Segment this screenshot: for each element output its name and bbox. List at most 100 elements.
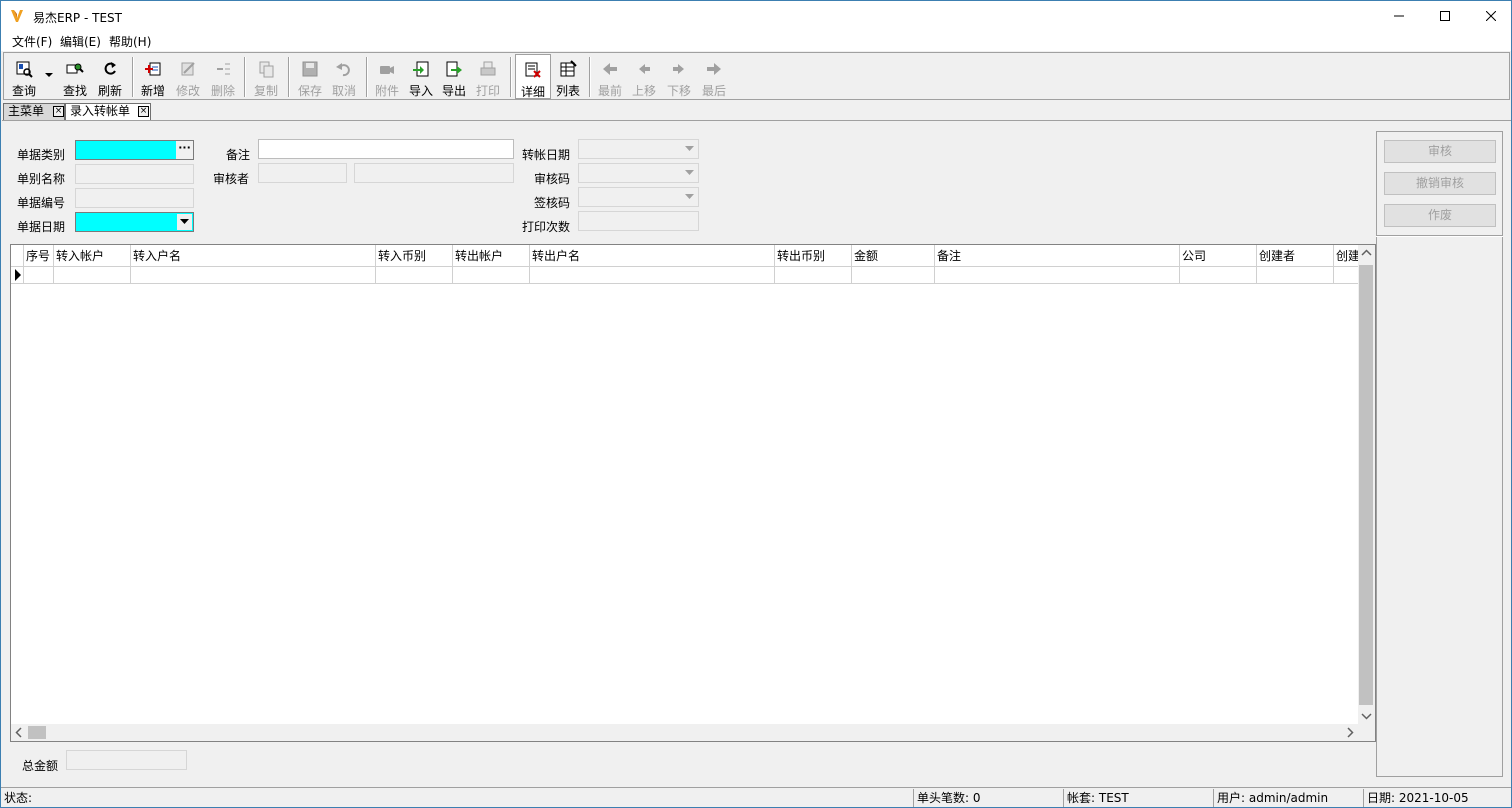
chevron-down-icon [45,73,53,77]
column-header[interactable]: 备注 [935,245,1180,267]
grid-cell[interactable] [24,267,54,284]
grid-cell[interactable] [453,267,530,284]
doc-type-field[interactable]: ··· [75,140,194,160]
delete-button[interactable]: 删除 [207,54,239,99]
refresh-button[interactable]: 刷新 [94,54,126,99]
toolbar-separator [288,57,290,97]
dropdown-button[interactable] [682,141,697,157]
menu-file[interactable]: 文件(F) [12,33,52,50]
grid-cell[interactable] [1257,267,1334,284]
grid-cell[interactable] [852,267,935,284]
right-arrow-icon [673,64,684,74]
doc-name-field[interactable] [75,164,194,184]
scroll-left-icon[interactable] [11,724,28,741]
remark-field[interactable] [258,139,514,159]
window-title: 易杰ERP - TEST [33,11,122,25]
vertical-scrollbar[interactable] [1358,245,1375,724]
grid-cell[interactable] [131,267,376,284]
print-count-field[interactable] [578,211,699,231]
attach-button[interactable]: 附件 [371,54,403,99]
minimize-button[interactable] [1376,1,1422,31]
column-header[interactable]: 转出户名 [530,245,775,267]
last-record-button[interactable]: 最后 [698,54,730,99]
void-button[interactable]: 作废 [1384,204,1496,227]
ellipsis-button[interactable]: ··· [176,141,193,159]
detail-grid[interactable]: 序号 转入帐户 转入户名 转入币别 转出帐户 转出户名 转出币别 金额 备注 公… [10,244,1376,742]
row-indicator[interactable] [11,267,24,284]
tab-label: 主菜单 [8,104,45,118]
grid-cell[interactable] [54,267,131,284]
tab-transfer-entry[interactable]: 录入转帐单 × [65,103,151,120]
dropdown-button[interactable] [177,214,192,230]
maximize-button[interactable] [1422,1,1468,31]
grid-cell[interactable] [935,267,1180,284]
column-header[interactable]: 金额 [852,245,935,267]
reviewer-code-field[interactable] [258,163,347,183]
minimize-icon [1394,15,1404,17]
list-button[interactable]: 列表 [552,54,584,99]
print-count-label: 打印次数 [522,220,571,234]
close-icon[interactable]: × [53,106,64,117]
maximize-icon [1440,11,1450,21]
toolbar-separator [366,57,368,97]
doc-no-field[interactable] [75,188,194,208]
horizontal-scroll-thumb[interactable] [28,726,46,739]
grid-cell[interactable] [1334,267,1358,284]
find-icon [66,63,84,74]
query-dropdown-button[interactable] [42,54,56,99]
find-button[interactable]: 查找 [60,54,90,99]
column-header[interactable]: 转入币别 [376,245,453,267]
first-record-button[interactable]: 最前 [594,54,626,99]
add-button[interactable]: 新增 [138,54,168,99]
grid-cell[interactable] [775,267,852,284]
horizontal-scrollbar[interactable] [11,724,1358,741]
column-header[interactable]: 创建 [1334,245,1358,267]
total-amount-field[interactable] [66,750,187,770]
transfer-date-field[interactable] [578,139,699,159]
dropdown-button[interactable] [682,165,697,181]
scroll-up-icon[interactable] [1358,245,1375,262]
grid-cell[interactable] [376,267,453,284]
column-header[interactable]: 公司 [1180,245,1257,267]
column-header[interactable]: 转入户名 [131,245,376,267]
approve-button[interactable]: 审核 [1384,140,1496,163]
scroll-down-icon[interactable] [1358,707,1375,724]
save-icon [302,61,318,77]
column-header[interactable]: 转入帐户 [54,245,131,267]
doc-date-field[interactable] [75,212,194,232]
move-up-button[interactable]: 上移 [628,54,660,99]
panel-divider [1376,235,1503,237]
column-header[interactable]: 序号 [24,245,54,267]
save-button[interactable]: 保存 [294,54,326,99]
sign-code-field[interactable] [578,187,699,207]
account-set: 帐套: TEST [1063,789,1213,807]
close-button[interactable] [1468,1,1512,31]
query-button[interactable]: 查询 [8,54,40,99]
column-header[interactable]: 创建者 [1257,245,1334,267]
reviewer-name-field[interactable] [354,163,514,183]
export-button[interactable]: 导出 [438,54,470,99]
modify-button[interactable]: 修改 [172,54,204,99]
print-button[interactable]: 打印 [472,54,504,99]
detail-button[interactable]: 详细 [515,54,551,99]
import-button[interactable]: 导入 [405,54,437,99]
vertical-scroll-thumb[interactable] [1359,265,1373,705]
move-down-button[interactable]: 下移 [663,54,695,99]
dropdown-button[interactable] [682,189,697,205]
menu-help[interactable]: 帮助(H) [109,33,151,50]
scroll-right-icon[interactable] [1341,724,1358,741]
column-header[interactable]: 转出币别 [775,245,852,267]
unapprove-button[interactable]: 撤销审核 [1384,172,1496,195]
review-code-field[interactable] [578,163,699,183]
column-header[interactable]: 转出帐户 [453,245,530,267]
status-text: 状态: [4,791,33,805]
grid-header: 序号 转入帐户 转入户名 转入币别 转出帐户 转出户名 转出币别 金额 备注 公… [11,245,1358,267]
grid-cell[interactable] [1180,267,1257,284]
cancel-button[interactable]: 取消 [328,54,360,99]
total-amount-label: 总金额 [22,759,59,773]
close-icon[interactable]: × [138,106,149,117]
tab-main-menu[interactable]: 主菜单 × [3,103,65,120]
menu-edit[interactable]: 编辑(E) [60,33,101,50]
copy-button[interactable]: 复制 [250,54,282,99]
grid-cell[interactable] [530,267,775,284]
